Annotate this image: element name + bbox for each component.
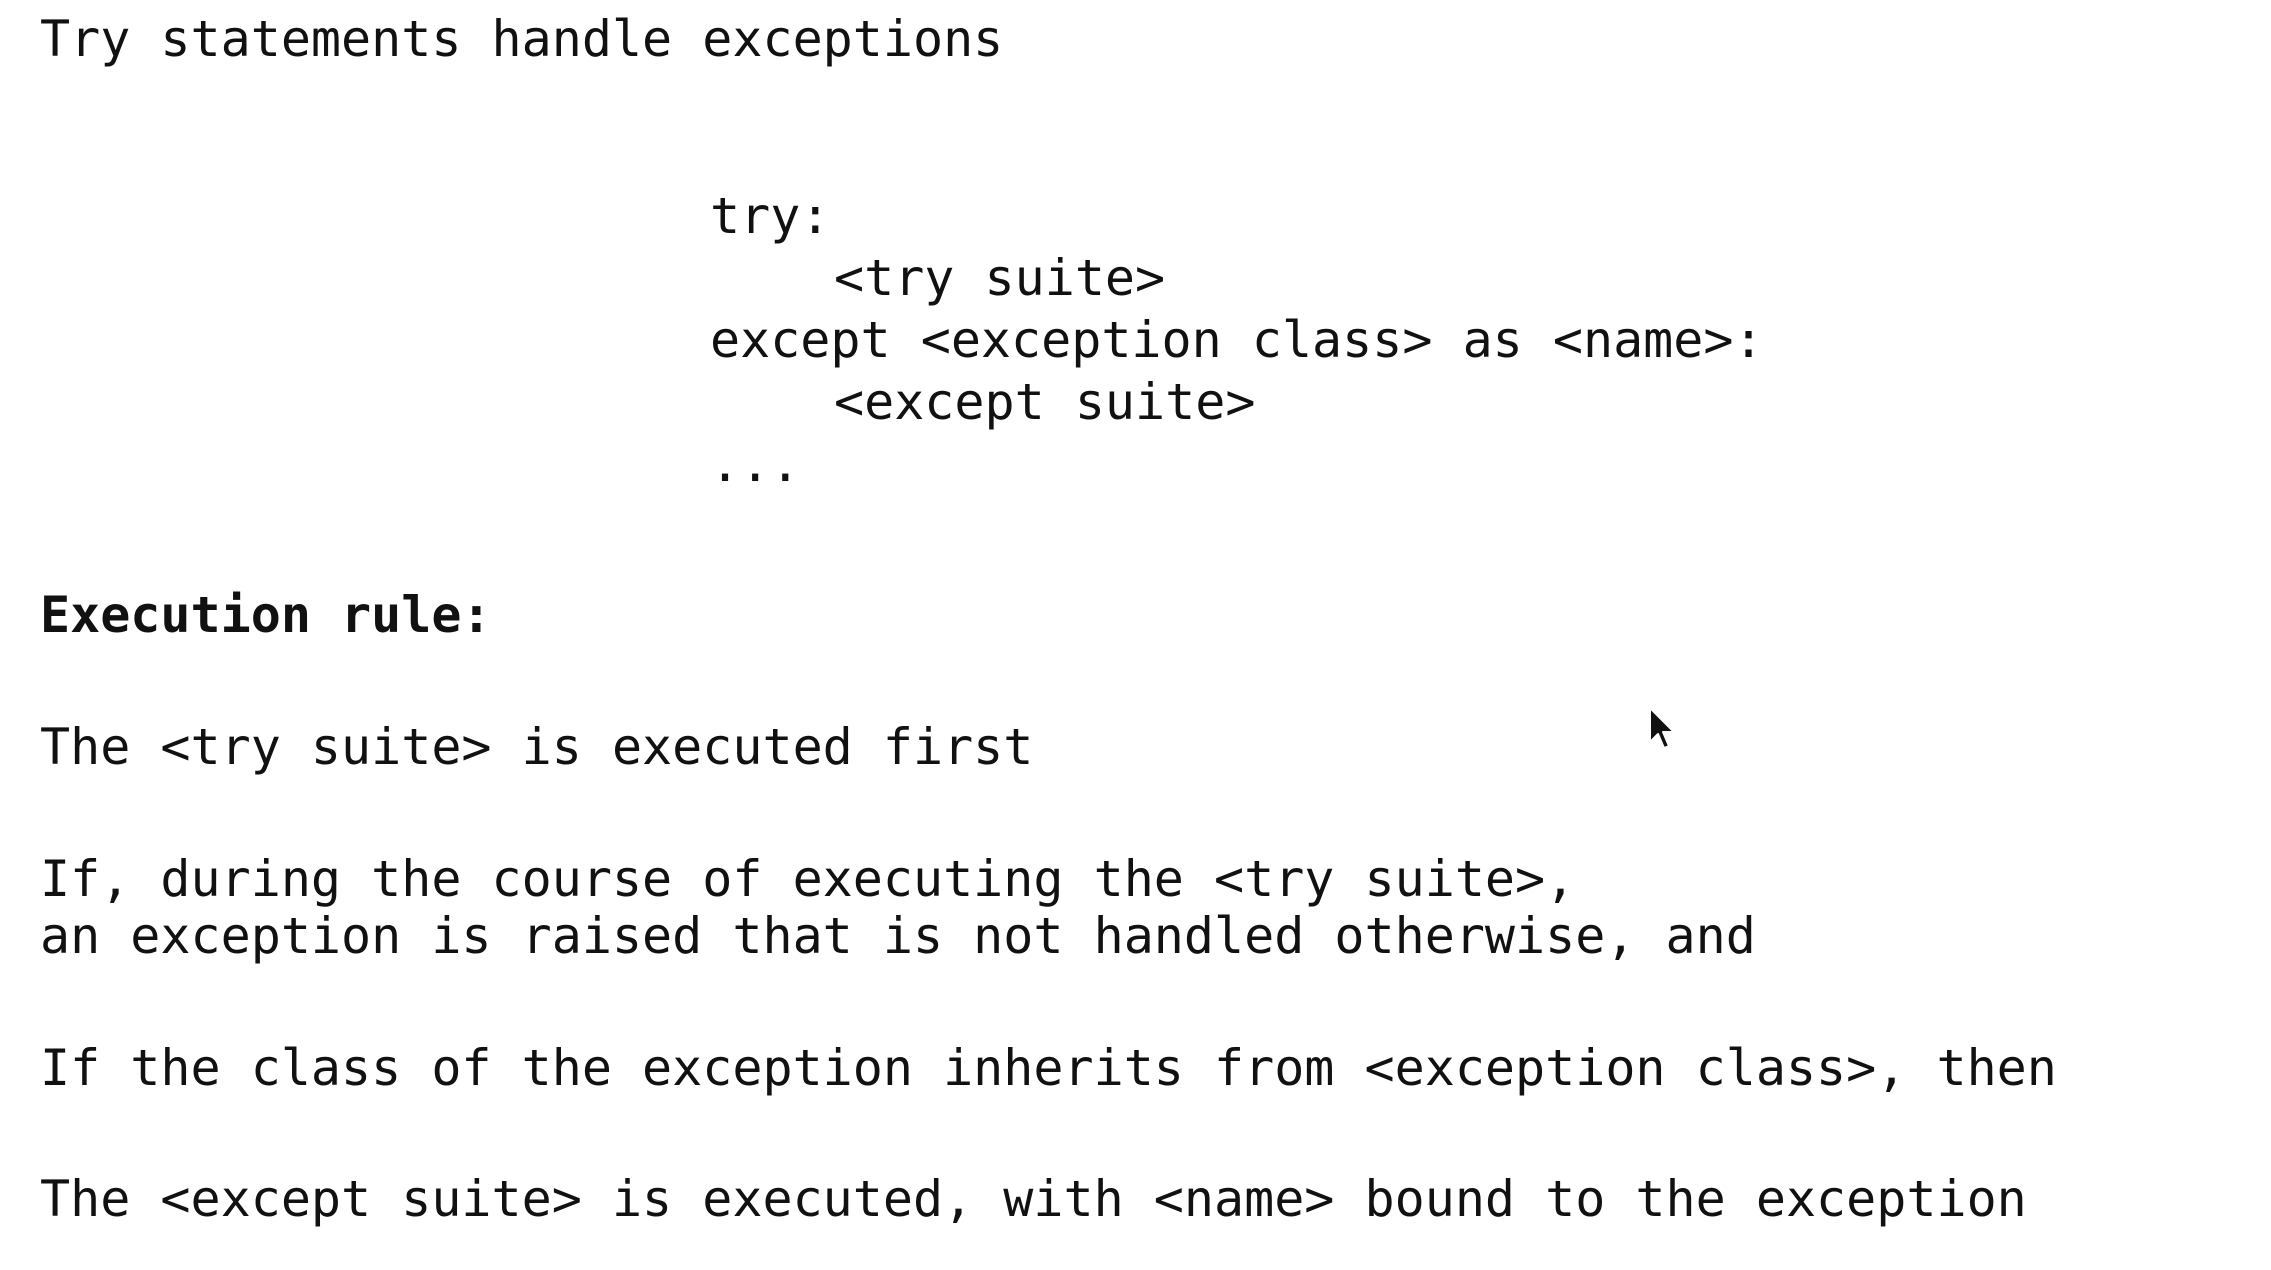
code-line-try-suite: <try suite> xyxy=(834,249,1166,307)
code-line-except: except <exception class> as <name>: xyxy=(710,311,1764,369)
rule-heading: Execution rule: xyxy=(40,586,492,644)
code-line-except-suite: <except suite> xyxy=(834,373,1256,431)
rule-line-2a: If, during the course of executing the <… xyxy=(40,850,1576,908)
slide-title: Try statements handle exceptions xyxy=(40,10,1004,68)
rule-line-4: The <except suite> is executed, with <na… xyxy=(40,1170,2027,1228)
code-line-ellipsis: ... xyxy=(710,435,801,493)
slide: Try statements handle exceptions try: <t… xyxy=(0,0,2271,1270)
mouse-pointer-icon xyxy=(1649,707,1675,749)
code-line-try: try: xyxy=(710,187,831,245)
rule-line-2b: an exception is raised that is not handl… xyxy=(40,907,1756,965)
rule-line-1: The <try suite> is executed first xyxy=(40,718,1034,776)
rule-line-3: If the class of the exception inherits f… xyxy=(40,1039,2057,1097)
